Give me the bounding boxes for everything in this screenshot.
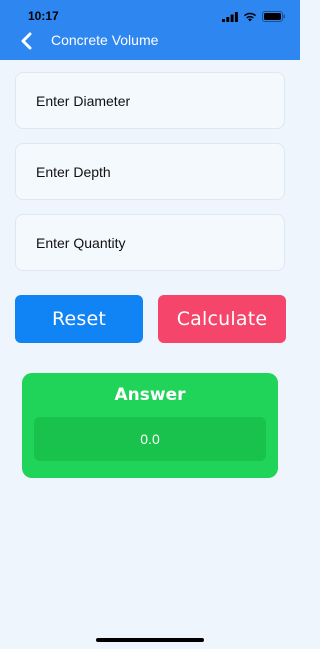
page-title: Concrete Volume — [51, 32, 159, 48]
answer-card: Answer 0.0 — [22, 373, 278, 478]
quantity-input[interactable] — [36, 234, 284, 251]
status-bar: 10:17 — [0, 0, 300, 26]
home-indicator[interactable] — [96, 638, 204, 642]
back-button[interactable] — [14, 31, 38, 55]
app-screen: 10:17 Concrete Volume Enter Diameter Ent… — [0, 0, 300, 649]
top-bar: 10:17 Concrete Volume — [0, 0, 300, 60]
signal-icon — [222, 9, 238, 27]
calculate-button[interactable]: Calculate — [158, 295, 286, 343]
chevron-left-icon — [19, 32, 33, 55]
diameter-input[interactable] — [36, 92, 284, 109]
nav-bar: Concrete Volume — [0, 26, 300, 60]
reset-button[interactable]: Reset — [15, 295, 143, 343]
wifi-icon — [243, 9, 257, 27]
status-time: 10:17 — [28, 9, 59, 23]
answer-title: Answer — [114, 385, 186, 405]
depth-input[interactable] — [36, 163, 284, 180]
status-icons — [222, 9, 286, 27]
depth-field[interactable] — [15, 143, 285, 200]
answer-value: 0.0 — [34, 417, 266, 461]
diameter-field[interactable] — [15, 72, 285, 129]
battery-icon — [262, 9, 286, 27]
quantity-field[interactable] — [15, 214, 285, 271]
